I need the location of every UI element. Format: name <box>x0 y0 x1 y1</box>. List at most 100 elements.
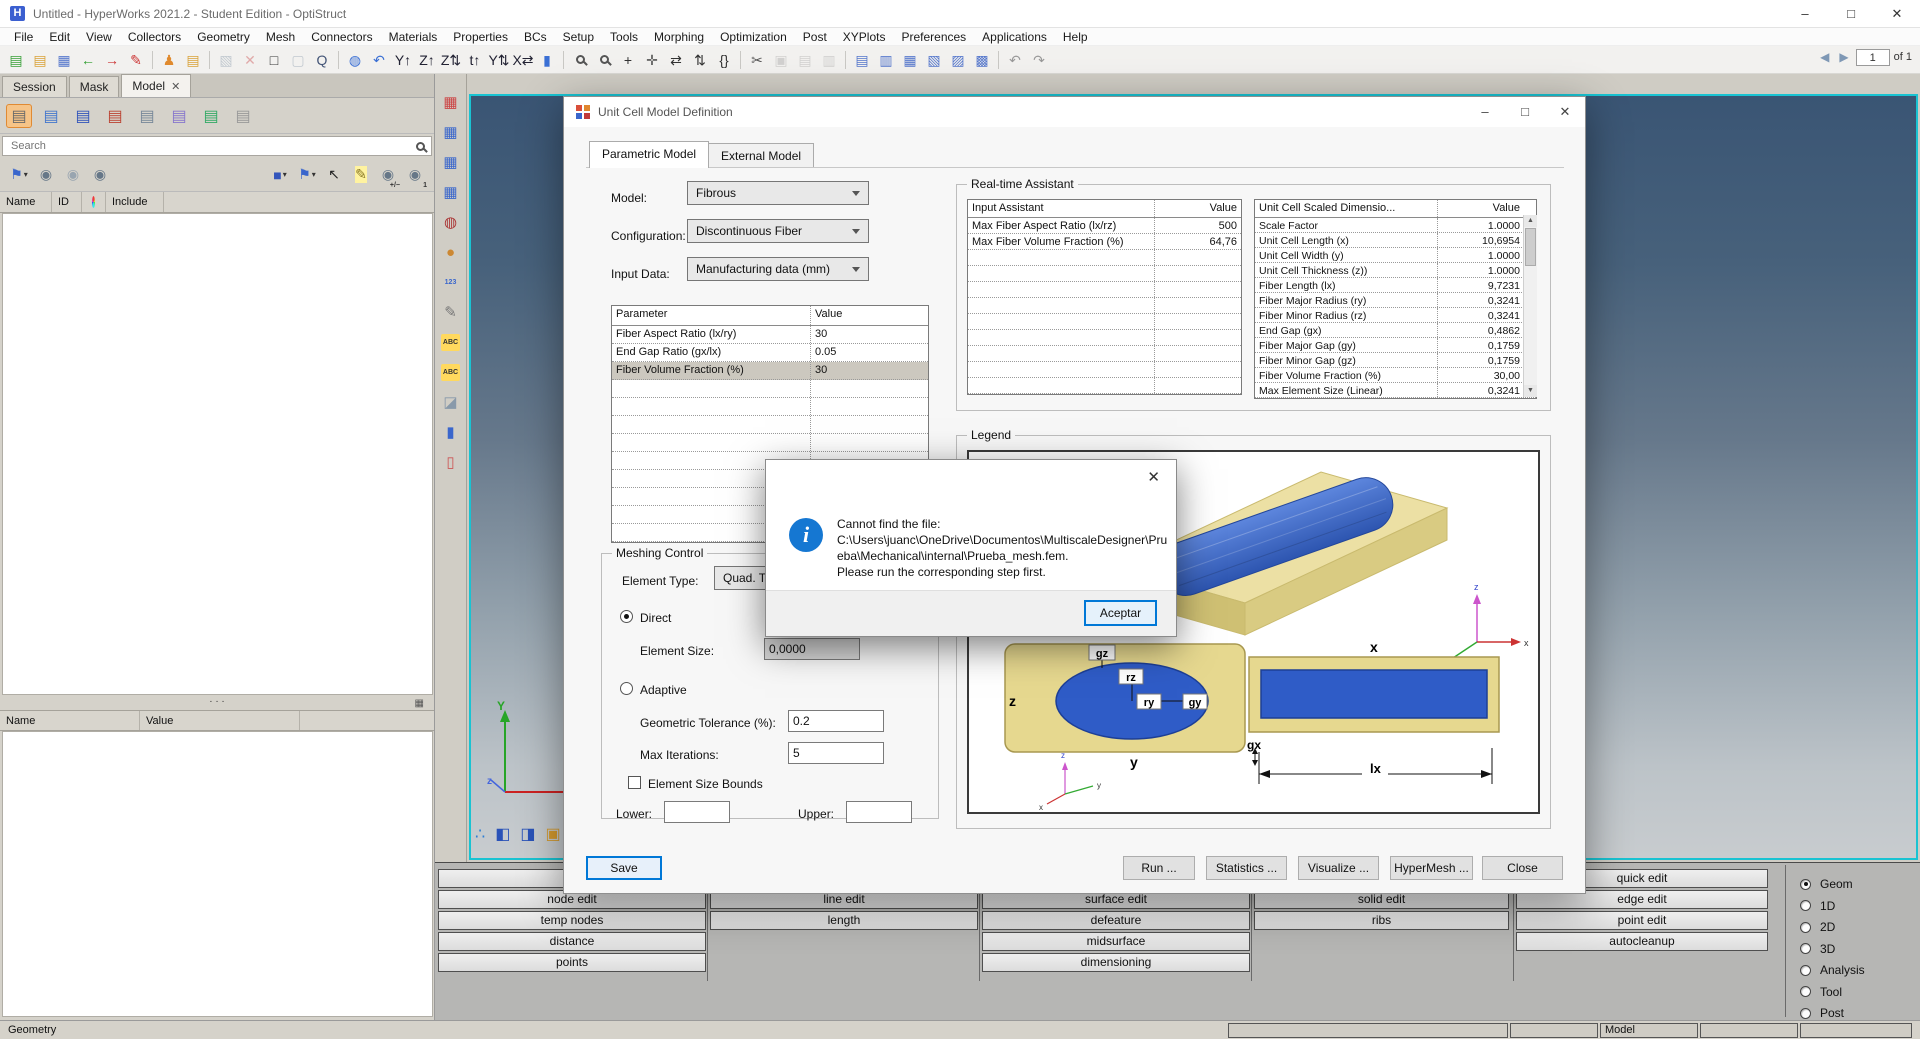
abc-highlight-icon[interactable]: ABC <box>440 332 462 352</box>
folder-spline-icon[interactable]: ▤ <box>166 104 192 128</box>
blue-cubes-alt-icon[interactable]: ◨ <box>520 824 535 844</box>
panel-point-edit-button[interactable]: point edit <box>1516 911 1768 930</box>
table-row[interactable] <box>968 298 1241 314</box>
folder-new-icon[interactable]: ▤ <box>6 103 32 128</box>
dialog-maximize-button[interactable]: □ <box>1505 97 1545 127</box>
table-row[interactable]: Unit Cell Thickness (z)) 1.0000 <box>1255 263 1536 278</box>
table-row[interactable]: Fiber Aspect Ratio (lx/ry) 30 <box>612 326 928 344</box>
save-button[interactable]: Save <box>586 856 662 880</box>
table-row[interactable]: Scale Factor 1.0000 <box>1255 218 1536 233</box>
copy-icon[interactable]: ▣ <box>769 48 793 72</box>
table-row[interactable] <box>968 314 1241 330</box>
panel-defeature-button[interactable]: defeature <box>982 911 1250 930</box>
display-rect-icon[interactable]: □ <box>262 48 286 72</box>
show-unchecked-icon[interactable]: ◉ <box>62 163 84 187</box>
menu-connectors[interactable]: Connectors <box>303 28 380 46</box>
sidebar-splitter[interactable]: · · · ▦ <box>0 695 434 710</box>
table-row[interactable] <box>612 398 928 416</box>
scroll-down-icon[interactable]: ▼ <box>1524 385 1537 397</box>
folder-mesh-icon[interactable]: ▤ <box>134 104 160 128</box>
undo-icon[interactable]: ↶ <box>1003 48 1027 72</box>
statistics-button[interactable]: Statistics ... <box>1206 856 1287 880</box>
error-close-icon[interactable]: ✕ <box>1141 466 1166 488</box>
notes-icon[interactable]: ▮ <box>535 48 559 72</box>
menu-setup[interactable]: Setup <box>555 28 602 46</box>
search-icon[interactable] <box>416 141 425 151</box>
table-row[interactable] <box>612 416 928 434</box>
mode-tool[interactable]: Tool <box>1800 985 1842 999</box>
section-cut-icon[interactable]: ◪ <box>440 392 462 412</box>
new-window-icon[interactable]: ▧ <box>214 48 238 72</box>
prop-header-value[interactable]: Value <box>140 711 300 730</box>
highlight-pen-icon[interactable]: ✎ <box>350 163 372 187</box>
mode-post[interactable]: Post <box>1800 1006 1844 1020</box>
model-tree-area[interactable] <box>2 213 433 695</box>
axis-view-zz-icon[interactable]: Z⇅ <box>439 48 463 72</box>
organize-icon[interactable]: ▤ <box>181 48 205 72</box>
pan-icon[interactable]: ✛ <box>640 48 664 72</box>
prop-header-name[interactable]: Name <box>0 711 140 730</box>
menu-file[interactable]: File <box>6 28 41 46</box>
folder-component-icon[interactable]: ▤ <box>70 104 96 128</box>
mode-3d[interactable]: 3D <box>1800 942 1835 956</box>
measure-icon[interactable]: ✎ <box>440 302 462 322</box>
search-input[interactable] <box>9 139 416 153</box>
sidebar-tab-session[interactable]: Session <box>2 76 67 97</box>
scaled-dimensions-table[interactable]: Unit Cell Scaled Dimensio... Value Scale F… <box>1254 199 1537 399</box>
hypermesh-button[interactable]: HyperMesh ... <box>1390 856 1473 880</box>
tab-external-model[interactable]: External Model <box>708 143 815 168</box>
table-row[interactable] <box>612 380 928 398</box>
cut-icon[interactable]: ✂ <box>745 48 769 72</box>
table-row[interactable]: Max Fiber Volume Fraction (%) 64,76 <box>968 234 1241 250</box>
table-row[interactable] <box>968 250 1241 266</box>
table-row[interactable]: Fiber Minor Radius (rz) 0,3241 <box>1255 308 1536 323</box>
direct-radio[interactable] <box>620 610 633 623</box>
panel-midsurface-button[interactable]: midsurface <box>982 932 1250 951</box>
page-back-icon[interactable]: ◀ <box>1817 48 1832 66</box>
mode-analysis[interactable]: Analysis <box>1800 963 1865 977</box>
element-size-input[interactable] <box>764 638 860 660</box>
table-row[interactable]: Max Fiber Aspect Ratio (lx/rz) 500 <box>968 218 1241 234</box>
scroll-up-icon[interactable]: ▲ <box>1524 215 1537 227</box>
axis-view-y-icon[interactable]: Y↑ <box>391 48 415 72</box>
table-row[interactable]: End Gap (gx) 0,4862 <box>1255 323 1536 338</box>
panel-autocleanup-button[interactable]: autocleanup <box>1516 932 1768 951</box>
layout-left-icon[interactable]: ▧ <box>922 48 946 72</box>
open-file-icon[interactable]: ▤ <box>28 48 52 72</box>
model-table-icon[interactable]: ▦ <box>440 92 462 112</box>
table-row[interactable]: Fiber Volume Fraction (%) 30,00 <box>1255 368 1536 383</box>
menu-help[interactable]: Help <box>1055 28 1096 46</box>
folder-stack-icon[interactable]: ▤ <box>230 104 256 128</box>
layout-quad-icon[interactable]: ▩ <box>970 48 994 72</box>
menu-view[interactable]: View <box>78 28 120 46</box>
blue-cubes-icon[interactable]: ◧ <box>495 824 510 844</box>
table-row[interactable] <box>968 282 1241 298</box>
table-row[interactable] <box>968 346 1241 362</box>
geometric-tolerance-input[interactable] <box>788 710 884 732</box>
table-row[interactable] <box>968 266 1241 282</box>
column-header[interactable]: Value <box>1154 200 1241 217</box>
paste-special-icon[interactable]: ▥ <box>817 48 841 72</box>
layout-two-icon[interactable]: ▥ <box>874 48 898 72</box>
entity-table-icon[interactable]: ▦ <box>440 182 462 202</box>
panel-distance-button[interactable]: distance <box>438 932 706 951</box>
lower-bound-input[interactable] <box>664 801 730 823</box>
menu-applications[interactable]: Applications <box>974 28 1055 46</box>
axis-view-x-icon[interactable]: X⇄ <box>511 48 535 72</box>
window-minimize-button[interactable]: – <box>1782 0 1828 27</box>
column-header[interactable]: Input Assistant <box>968 200 1154 217</box>
panel-temp-nodes-button[interactable]: temp nodes <box>438 911 706 930</box>
sphere-tool-icon[interactable]: ● <box>440 242 462 262</box>
redo-icon[interactable]: ↷ <box>1027 48 1051 72</box>
run-button[interactable]: Run ... <box>1123 856 1195 880</box>
abc-edit-icon[interactable]: ABC <box>440 362 462 382</box>
column-header[interactable]: Value <box>810 306 928 325</box>
table-row[interactable]: Unit Cell Width (y) 1.0000 <box>1255 248 1536 263</box>
table-row[interactable] <box>968 330 1241 346</box>
mode-radio[interactable] <box>1800 878 1811 890</box>
folder-multi-icon[interactable]: ▤ <box>198 104 224 128</box>
layout-grid-icon[interactable]: ▦ <box>898 48 922 72</box>
close-button[interactable]: Close <box>1482 856 1563 880</box>
view-rotate-icon[interactable]: ↶ <box>367 48 391 72</box>
new-session-icon[interactable]: ▤ <box>4 48 28 72</box>
